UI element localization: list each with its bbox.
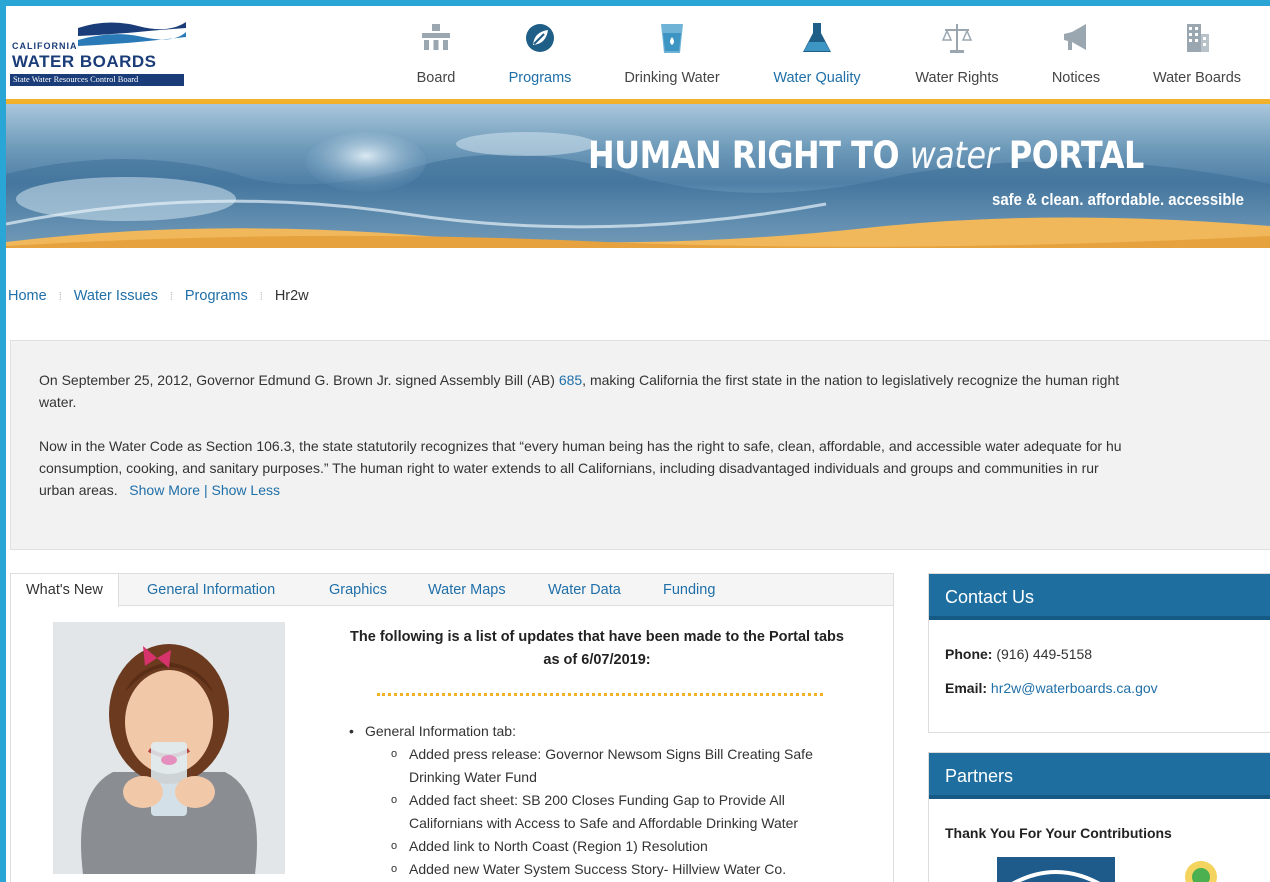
show-separator: | xyxy=(203,482,208,498)
glass-icon xyxy=(661,24,683,53)
phone-number: (916) 449-5158 xyxy=(996,646,1093,662)
nav-label-water-rights: Water Rights xyxy=(915,70,999,86)
intro-paragraph-1: On September 25, 2012, Governor Edmund G… xyxy=(39,370,1119,392)
board-icon xyxy=(422,24,450,50)
intro-paragraph-2: Now in the Water Code as Section 106.3, … xyxy=(39,438,1122,454)
updates-list: General Information tab: Added press rel… xyxy=(347,720,813,881)
breadcrumb-current: Hr2w xyxy=(274,288,309,304)
breadcrumb-home[interactable]: Home xyxy=(8,288,47,304)
tab-funding[interactable]: Funding xyxy=(663,574,715,606)
nav-label-drinking-water: Drinking Water xyxy=(624,70,720,86)
nav-board[interactable]: Board xyxy=(404,20,468,94)
phone-label: Phone: xyxy=(945,646,993,662)
nav-notices[interactable]: Notices xyxy=(1040,20,1112,94)
logo-water-boards: WATER BOARDS xyxy=(12,52,157,71)
nav-programs[interactable]: Programs xyxy=(498,20,582,94)
nav-water-quality[interactable]: Water Quality xyxy=(762,20,872,94)
partners-title: Partners xyxy=(929,753,1270,799)
banner-sand-wave xyxy=(6,217,1270,248)
list-item: Added new Water System Success Story- Hi… xyxy=(347,858,813,881)
list-item: General Information tab: xyxy=(347,720,813,743)
updates-heading-line2: as of 6/07/2019: xyxy=(543,652,651,668)
nav-label-water-quality: Water Quality xyxy=(773,70,861,86)
partner-logo-2[interactable] xyxy=(1183,857,1219,882)
dotted-divider xyxy=(377,693,823,696)
email-link[interactable]: hr2w@waterboards.ca.gov xyxy=(991,680,1158,696)
list-item: Added press release: Governor Newsom Sig… xyxy=(347,743,813,766)
show-more-link[interactable]: Show More xyxy=(129,482,200,498)
nav-label-programs: Programs xyxy=(508,70,572,86)
banner-title-water: water xyxy=(909,134,999,177)
portal-tabs-panel: What's New General Information Graphics … xyxy=(10,573,894,882)
banner-tagline: safe & clean. affordable. accessible xyxy=(992,190,1244,209)
logo-waves-icon xyxy=(78,22,186,46)
updates-heading-line1: The following is a list of updates that … xyxy=(350,629,844,645)
list-item: Added fact sheet: SB 200 Closes Funding … xyxy=(347,789,813,812)
intro-text: , making California the first state in t… xyxy=(582,372,1120,388)
nav-label-board: Board xyxy=(416,70,456,86)
partners-subtitle: Thank You For Your Contributions xyxy=(945,825,1172,841)
breadcrumb-separator: ⁞ xyxy=(58,291,62,303)
portal-banner: HUMAN RIGHT TO water PORTAL safe & clean… xyxy=(6,104,1270,248)
nav-label-water-boards: Water Boards xyxy=(1152,70,1242,86)
logo-subtitle: State Water Resources Control Board xyxy=(10,74,184,86)
tab-bar: What's New General Information Graphics … xyxy=(11,574,893,607)
intro-box: On September 25, 2012, Governor Edmund G… xyxy=(10,340,1270,550)
tab-whats-new[interactable]: What's New xyxy=(11,574,119,607)
tab-general-information[interactable]: General Information xyxy=(147,574,275,606)
intro-paragraph-2-end: urban areas. Show More | Show Less xyxy=(39,480,280,502)
contact-email: Email: hr2w@waterboards.ca.gov xyxy=(945,680,1158,696)
tab-graphics[interactable]: Graphics xyxy=(329,574,387,606)
girl-drinking-water-photo xyxy=(53,622,285,874)
nav-water-rights[interactable]: Water Rights xyxy=(904,20,1010,94)
breadcrumb-programs[interactable]: Programs xyxy=(185,288,248,304)
building-icon xyxy=(1187,24,1209,52)
tab-water-data[interactable]: Water Data xyxy=(548,574,621,606)
water-boards-logo[interactable]: CALIFORNIA WATER BOARDS State Water Reso… xyxy=(8,16,186,90)
intro-text: urban areas. xyxy=(39,482,118,498)
breadcrumb-separator: ⁞ xyxy=(169,291,173,303)
logo-california: CALIFORNIA xyxy=(12,41,78,51)
list-item-cont: Californians with Access to Safe and Aff… xyxy=(409,815,799,831)
banner-title-part2: PORTAL xyxy=(998,134,1144,177)
list-item-cont: Drinking Water Fund xyxy=(409,769,537,785)
ab-685-link[interactable]: 685 xyxy=(559,372,582,388)
email-label: Email: xyxy=(945,680,988,696)
nav-drinking-water[interactable]: Drinking Water xyxy=(610,20,734,94)
partners-box: Partners Thank You For Your Contribution… xyxy=(928,752,1270,882)
breadcrumb-water-issues[interactable]: Water Issues xyxy=(74,288,158,304)
intro-paragraph-2-cont: consumption, cooking, and sanitary purpo… xyxy=(39,460,1099,476)
site-header: CALIFORNIA WATER BOARDS State Water Reso… xyxy=(6,6,1270,100)
nav-label-notices: Notices xyxy=(1051,70,1101,86)
banner-title-part1: HUMAN RIGHT TO xyxy=(588,134,910,177)
partner-logo-1[interactable] xyxy=(997,857,1115,882)
megaphone-icon xyxy=(1064,24,1086,50)
contact-phone: Phone: (916) 449-5158 xyxy=(945,646,1092,662)
show-less-link[interactable]: Show Less xyxy=(212,482,280,498)
banner-title: HUMAN RIGHT TO water PORTAL xyxy=(588,134,1144,177)
breadcrumb-separator: ⁞ xyxy=(259,291,263,303)
breadcrumb: Home ⁞ Water Issues ⁞ Programs ⁞ Hr2w xyxy=(8,288,309,304)
contact-us-box: Contact Us Phone: (916) 449-5158 Email: … xyxy=(928,573,1270,733)
leaf-icon xyxy=(526,24,554,52)
nav-water-boards[interactable]: Water Boards xyxy=(1142,20,1252,94)
list-item: Added link to North Coast (Region 1) Res… xyxy=(347,835,813,858)
flask-icon xyxy=(803,23,831,52)
scales-icon xyxy=(941,24,973,53)
tab-water-maps[interactable]: Water Maps xyxy=(428,574,506,606)
updates-heading: The following is a list of updates that … xyxy=(321,626,873,672)
contact-us-title: Contact Us xyxy=(929,574,1270,620)
intro-paragraph-1-cont: water. xyxy=(39,394,77,410)
intro-text: On September 25, 2012, Governor Edmund G… xyxy=(39,372,559,388)
